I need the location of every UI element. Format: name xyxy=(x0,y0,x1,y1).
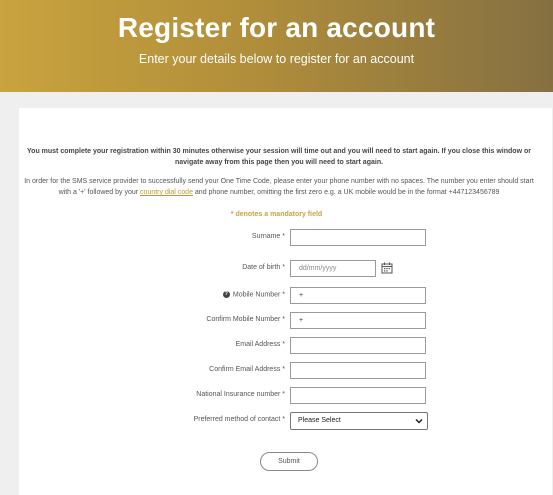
ni-row: National Insurance number * xyxy=(0,387,553,405)
email-label: Email Address * xyxy=(235,341,285,348)
page-subtitle: Enter your details below to register for… xyxy=(138,52,415,66)
dob-input[interactable]: dd/mm/yyyy xyxy=(290,260,376,277)
mobile-row: ? Mobile Number * + xyxy=(0,287,553,305)
mandatory-note: * denotes a mandatory field xyxy=(230,211,323,218)
ni-input[interactable] xyxy=(290,387,426,404)
sms-info: In order for the SMS service provider to… xyxy=(24,176,534,198)
ni-label: National Insurance number * xyxy=(196,391,285,398)
email-input[interactable] xyxy=(290,337,426,354)
surname-row: Surname * xyxy=(0,229,553,247)
session-warning: You must complete your registration with… xyxy=(27,148,531,166)
submit-button[interactable]: Submit xyxy=(260,452,318,471)
confirm-email-input[interactable] xyxy=(290,362,426,379)
contact-method-select[interactable]: Please Select xyxy=(290,412,428,430)
mobile-label: ? Mobile Number * xyxy=(222,291,285,299)
dob-row: Date of birth * dd/mm/yyyy xyxy=(0,260,553,278)
page-title: Register for an account xyxy=(117,12,436,43)
email-row: Email Address * xyxy=(0,337,553,355)
confirm-email-row: Confirm Email Address * xyxy=(0,362,553,380)
mobile-input[interactable]: + xyxy=(290,287,426,304)
surname-input[interactable] xyxy=(290,229,426,246)
confirm-mobile-label: Confirm Mobile Number * xyxy=(206,316,285,323)
confirm-email-label: Confirm Email Address * xyxy=(209,366,285,373)
dob-label: Date of birth * xyxy=(242,264,285,271)
contact-method-label: Preferred method of contact * xyxy=(193,416,285,423)
mobile-label-text: Mobile Number * xyxy=(232,291,285,299)
confirm-mobile-row: Confirm Mobile Number * + xyxy=(0,312,553,330)
question-circle-icon[interactable]: ? xyxy=(222,291,230,298)
surname-label: Surname * xyxy=(251,233,285,240)
confirm-mobile-input[interactable]: + xyxy=(290,312,426,329)
contact-method-row: Preferred method of contact * Please Sel… xyxy=(0,412,553,430)
contact-method-selected: Please Select xyxy=(298,417,341,424)
calendar-icon[interactable] xyxy=(381,262,393,274)
sms-info-text-after: and phone number, omitting the first zer… xyxy=(192,189,500,196)
header-banner: Register for an account Enter your detai… xyxy=(0,0,553,92)
chevron-down-icon xyxy=(415,418,423,424)
country-dial-code-link[interactable]: country dial code xyxy=(140,189,193,196)
